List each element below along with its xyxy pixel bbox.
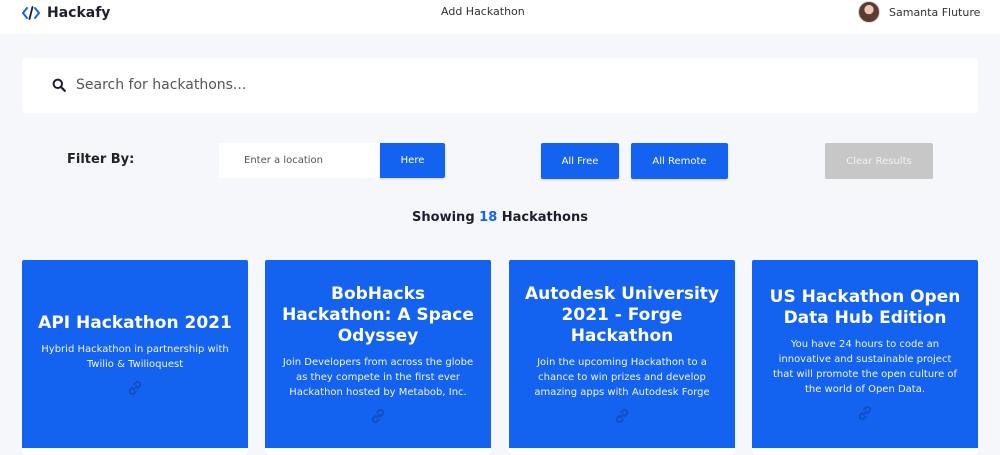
code-icon <box>22 6 40 20</box>
user-name: Samanta Fluture <box>889 5 981 19</box>
card-footer <box>265 448 491 455</box>
card-body: Autodesk University 2021 - Forge Hackath… <box>509 260 735 448</box>
avatar[interactable] <box>858 1 880 23</box>
card-body: BobHacks Hackathon: A Space Odyssey Join… <box>265 260 491 448</box>
card-description: Hybrid Hackathon in partnership with Twi… <box>41 343 229 370</box>
brand-logo[interactable]: Hackafy <box>22 4 110 22</box>
results-prefix: Showing <box>412 210 480 225</box>
all-remote-button[interactable]: All Remote <box>631 143 728 179</box>
card-body: API Hackathon 2021 Hybrid Hackathon in p… <box>22 260 248 448</box>
card-title: Autodesk University 2021 - Forge Hackath… <box>525 284 719 346</box>
results-count-heading: Showing 18 Hackathons <box>0 210 1000 225</box>
brand-name: Hackafy <box>47 5 111 21</box>
link-icon[interactable] <box>127 380 143 396</box>
search-input[interactable] <box>76 74 956 96</box>
search-icon <box>52 78 66 92</box>
link-icon[interactable] <box>614 408 630 424</box>
card-title: API Hackathon 2021 <box>38 312 232 333</box>
card-title: BobHacks Hackathon: A Space Odyssey <box>282 284 474 346</box>
search-bar <box>22 58 978 113</box>
card-footer <box>752 448 978 455</box>
user-menu[interactable]: Samanta Fluture <box>858 0 980 24</box>
filter-label: Filter By: <box>67 152 135 167</box>
results-suffix: Hackathons <box>497 210 588 225</box>
location-input[interactable] <box>219 143 380 178</box>
hackathon-card[interactable]: Autodesk University 2021 - Forge Hackath… <box>509 260 735 455</box>
hackathon-card[interactable]: BobHacks Hackathon: A Space Odyssey Join… <box>265 260 491 455</box>
top-navbar: Hackafy Add Hackathon Samanta Fluture <box>0 0 1000 34</box>
results-count: 18 <box>479 210 498 225</box>
clear-results-button[interactable]: Clear Results <box>825 143 933 179</box>
card-description: Join the upcoming Hackathon to a chance … <box>534 357 710 398</box>
card-description: Join Developers from across the globe as… <box>282 357 474 398</box>
hackathon-card[interactable]: API Hackathon 2021 Hybrid Hackathon in p… <box>22 260 248 455</box>
link-icon[interactable] <box>370 408 386 424</box>
card-footer <box>22 448 248 455</box>
card-footer <box>509 448 735 455</box>
card-body: US Hackathon Open Data Hub Edition You h… <box>752 260 978 448</box>
card-description: You have 24 hours to code an innovative … <box>772 339 958 395</box>
here-button[interactable]: Here <box>380 143 445 178</box>
card-title: US Hackathon Open Data Hub Edition <box>769 287 961 328</box>
add-hackathon-link[interactable]: Add Hackathon <box>441 5 525 18</box>
link-icon[interactable] <box>857 405 873 421</box>
hackathon-card[interactable]: US Hackathon Open Data Hub Edition You h… <box>752 260 978 455</box>
all-free-button[interactable]: All Free <box>541 143 619 179</box>
